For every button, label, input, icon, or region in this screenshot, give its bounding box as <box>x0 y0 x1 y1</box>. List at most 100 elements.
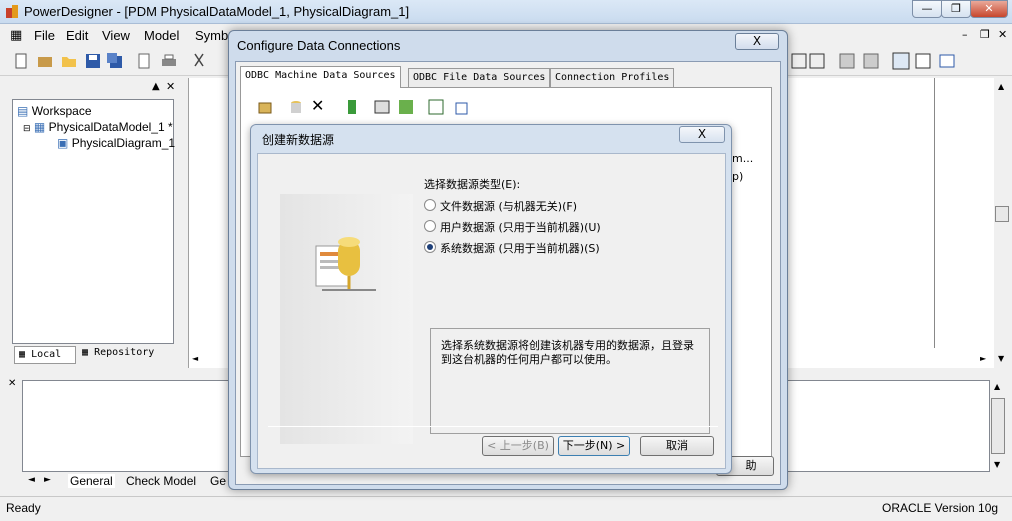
tree-node-model[interactable]: ⊟ ▦ PhysicalDataModel_1 * <box>23 120 173 134</box>
tab-scroll-left-icon[interactable]: ◄ <box>28 475 35 485</box>
next-button[interactable]: 下一步(N) > <box>558 436 630 456</box>
configure-icon[interactable] <box>373 98 391 116</box>
tab-local[interactable]: ▦ Local <box>14 346 76 364</box>
tree-node-label: PhysicalDataModel_1 * <box>48 120 173 134</box>
tab-odbc-file-data-sources[interactable]: ODBC File Data Sources <box>408 68 551 88</box>
radio-button[interactable] <box>424 220 436 232</box>
toolbar-icon-f[interactable] <box>914 52 932 70</box>
scroll-up-icon[interactable]: ▲ <box>994 382 1000 391</box>
dialog-title: Configure Data Connections <box>237 38 401 53</box>
panel-close-icon[interactable]: ✕ <box>166 80 175 93</box>
copy-icon[interactable] <box>451 98 469 116</box>
collapse-icon[interactable]: ⊟ <box>23 123 31 133</box>
tree-node-workspace[interactable]: ▤ Workspace <box>17 104 92 118</box>
list-cell-fragment: p) <box>732 170 744 183</box>
status-bar: Ready ORACLE Version 10g <box>0 496 1012 521</box>
scroll-down-icon[interactable]: ▼ <box>998 354 1004 363</box>
dialog-title: 创建新数据源 <box>262 133 335 147</box>
dialog-close-button[interactable]: X <box>735 33 779 50</box>
radio-button-selected[interactable] <box>424 241 436 253</box>
tab-check-model[interactable]: Check Model <box>126 474 196 488</box>
toolbar-icon-e[interactable] <box>892 52 910 70</box>
mdi-minimize-button[interactable]: – <box>962 28 968 41</box>
tab-connection-profiles[interactable]: Connection Profiles <box>550 68 675 88</box>
status-text: Ready <box>6 501 41 515</box>
output-close-icon[interactable]: ✕ <box>8 378 16 389</box>
separator <box>268 426 718 427</box>
create-new-data-source-dialog: 创建新数据源 X 选择数据源类型(E): 文件数据源 (与机器无关)(F) 用户… <box>250 124 732 474</box>
tab-general[interactable]: General <box>68 474 115 488</box>
minimize-button[interactable]: — <box>912 0 942 18</box>
menu-model[interactable]: Model <box>144 28 179 43</box>
save-icon[interactable] <box>84 52 102 70</box>
tab-label: Local <box>31 349 62 360</box>
tab-scroll-right-icon[interactable]: ► <box>44 475 51 485</box>
canvas-divider <box>934 78 935 348</box>
dialog-body: 选择数据源类型(E): 文件数据源 (与机器无关)(F) 用户数据源 (只用于当… <box>257 153 726 469</box>
print-icon[interactable] <box>160 52 178 70</box>
local-icon: ▦ <box>19 349 26 360</box>
radio-label: 用户数据源 (只用于当前机器)(U) <box>440 221 601 234</box>
scroll-up-icon[interactable]: ▲ <box>998 82 1004 91</box>
properties-icon[interactable] <box>257 98 275 116</box>
tab-repository[interactable]: ▦ Repository <box>78 345 166 363</box>
scroll-left-icon[interactable]: ◄ <box>192 354 198 363</box>
delete-icon[interactable]: ✕ <box>311 96 324 115</box>
panel-pin-icon[interactable]: ▲ <box>152 81 160 92</box>
mdi-close-button[interactable]: ✕ <box>998 28 1007 41</box>
tree-node-diagram[interactable]: ▣ PhysicalDiagram_1 <box>57 136 175 150</box>
workspace-icon: ▤ <box>17 104 29 118</box>
toolbar-icon-c[interactable] <box>838 52 856 70</box>
dialog-close-button[interactable]: X <box>679 126 725 143</box>
cut-icon[interactable] <box>190 52 208 70</box>
print-preview-icon[interactable] <box>136 52 154 70</box>
toolbar-icon-b[interactable] <box>808 52 826 70</box>
dbms-version: ORACLE Version 10g <box>882 501 999 515</box>
cancel-button[interactable]: 取消 <box>640 436 714 456</box>
model-icon: ▦ <box>33 120 46 134</box>
refresh-icon[interactable] <box>397 98 415 116</box>
repository-icon: ▦ <box>82 347 89 358</box>
vertical-scrollbar[interactable]: ▲ ▼ <box>994 78 1012 368</box>
tab-odbc-machine-data-sources[interactable]: ODBC Machine Data Sources <box>240 66 401 88</box>
close-button[interactable]: ✕ <box>970 0 1008 18</box>
powerdesigner-icon <box>6 5 18 18</box>
maximize-button[interactable]: ❐ <box>941 0 971 18</box>
select-all-icon[interactable] <box>427 98 445 116</box>
output-scrollbar[interactable]: ▲ ▼ <box>990 380 1008 472</box>
menu-view[interactable]: View <box>102 28 130 43</box>
radio-label: 文件数据源 (与机器无关)(F) <box>440 200 577 213</box>
toolbar-icon-a[interactable] <box>790 52 808 70</box>
add-data-source-icon[interactable] <box>287 98 305 116</box>
menu-symbol[interactable]: Symb <box>195 28 228 43</box>
test-connection-icon[interactable] <box>343 98 361 116</box>
radio-button[interactable] <box>424 199 436 211</box>
title-bar: PowerDesigner - [PDM PhysicalDataModel_1… <box>0 0 1012 24</box>
open-folder-icon[interactable] <box>60 52 78 70</box>
tree-node-label: Workspace <box>31 104 92 118</box>
data-source-icon <box>315 237 376 291</box>
tree-node-label: PhysicalDiagram_1 <box>71 136 176 150</box>
scroll-thumb[interactable] <box>991 398 1005 454</box>
menu-file[interactable]: File <box>34 28 55 43</box>
description-text: 选择系统数据源将创建该机器专用的数据源，且登录到这台机器的任何用户都可以使用。 <box>441 339 694 366</box>
scroll-thumb[interactable] <box>995 206 1009 222</box>
scroll-down-icon[interactable]: ▼ <box>994 460 1000 469</box>
toolbar-icon-g[interactable] <box>938 52 956 70</box>
wizard-illustration <box>280 194 413 444</box>
tab-generation[interactable]: Ge <box>210 474 226 488</box>
save-all-icon[interactable] <box>106 52 124 70</box>
radio-label: 系统数据源 (只用于当前机器)(S) <box>440 242 600 255</box>
scroll-right-icon[interactable]: ► <box>980 354 986 363</box>
new-icon[interactable] <box>12 52 30 70</box>
tab-label: Repository <box>94 347 155 358</box>
window-title: PowerDesigner - [PDM PhysicalDataModel_1… <box>24 4 410 19</box>
back-button[interactable]: < 上一步(B) <box>482 436 554 456</box>
mdi-restore-button[interactable]: ❐ <box>980 28 990 41</box>
data-source-type-label: 选择数据源类型(E): <box>424 178 521 191</box>
open-package-icon[interactable] <box>36 52 54 70</box>
model-icon: ▦ <box>10 28 23 43</box>
toolbar-icon-d[interactable] <box>862 52 880 70</box>
menu-edit[interactable]: Edit <box>66 28 88 43</box>
button-label: 助 <box>745 459 757 472</box>
